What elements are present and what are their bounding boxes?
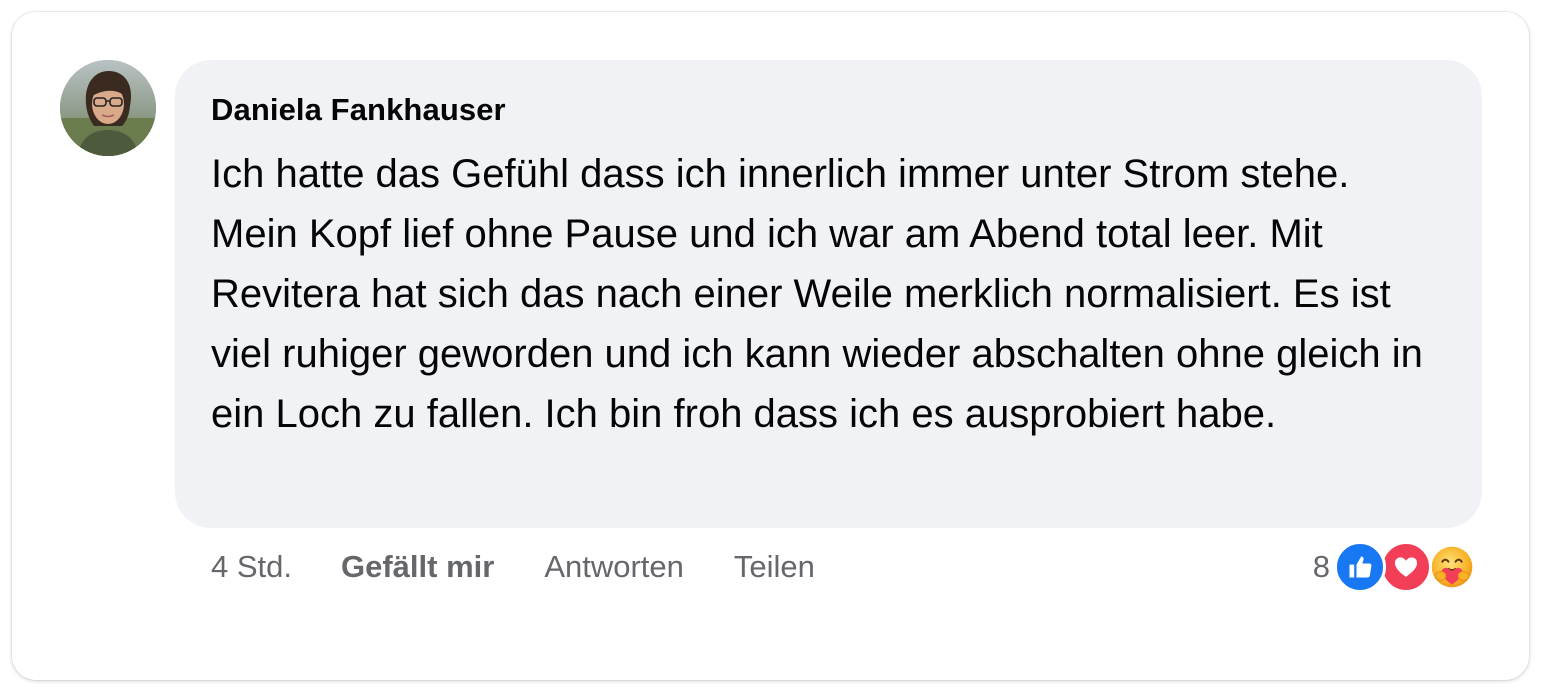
avatar-photo [60, 60, 156, 156]
care-icon [1426, 541, 1478, 593]
reply-button[interactable]: Antworten [544, 549, 684, 585]
reaction-count: 8 [1312, 549, 1330, 584]
comment-timestamp[interactable]: 4 Std. [211, 549, 292, 585]
like-icon [1334, 541, 1386, 593]
like-button[interactable]: Gefällt mir [341, 549, 494, 585]
comment-bubble: Daniela Fankhauser Ich hatte das Gefühl … [175, 60, 1482, 528]
love-icon [1380, 541, 1432, 593]
comment-text: Ich hatte das Gefühl dass ich innerlich … [211, 152, 1423, 436]
comment-actions: 4 Std. Gefällt mir Antworten Teilen [211, 545, 865, 589]
avatar[interactable] [60, 60, 156, 156]
comment-author[interactable]: Daniela Fankhauser [211, 90, 1446, 130]
share-button[interactable]: Teilen [734, 549, 815, 585]
reaction-summary[interactable]: 8 [1313, 540, 1478, 594]
